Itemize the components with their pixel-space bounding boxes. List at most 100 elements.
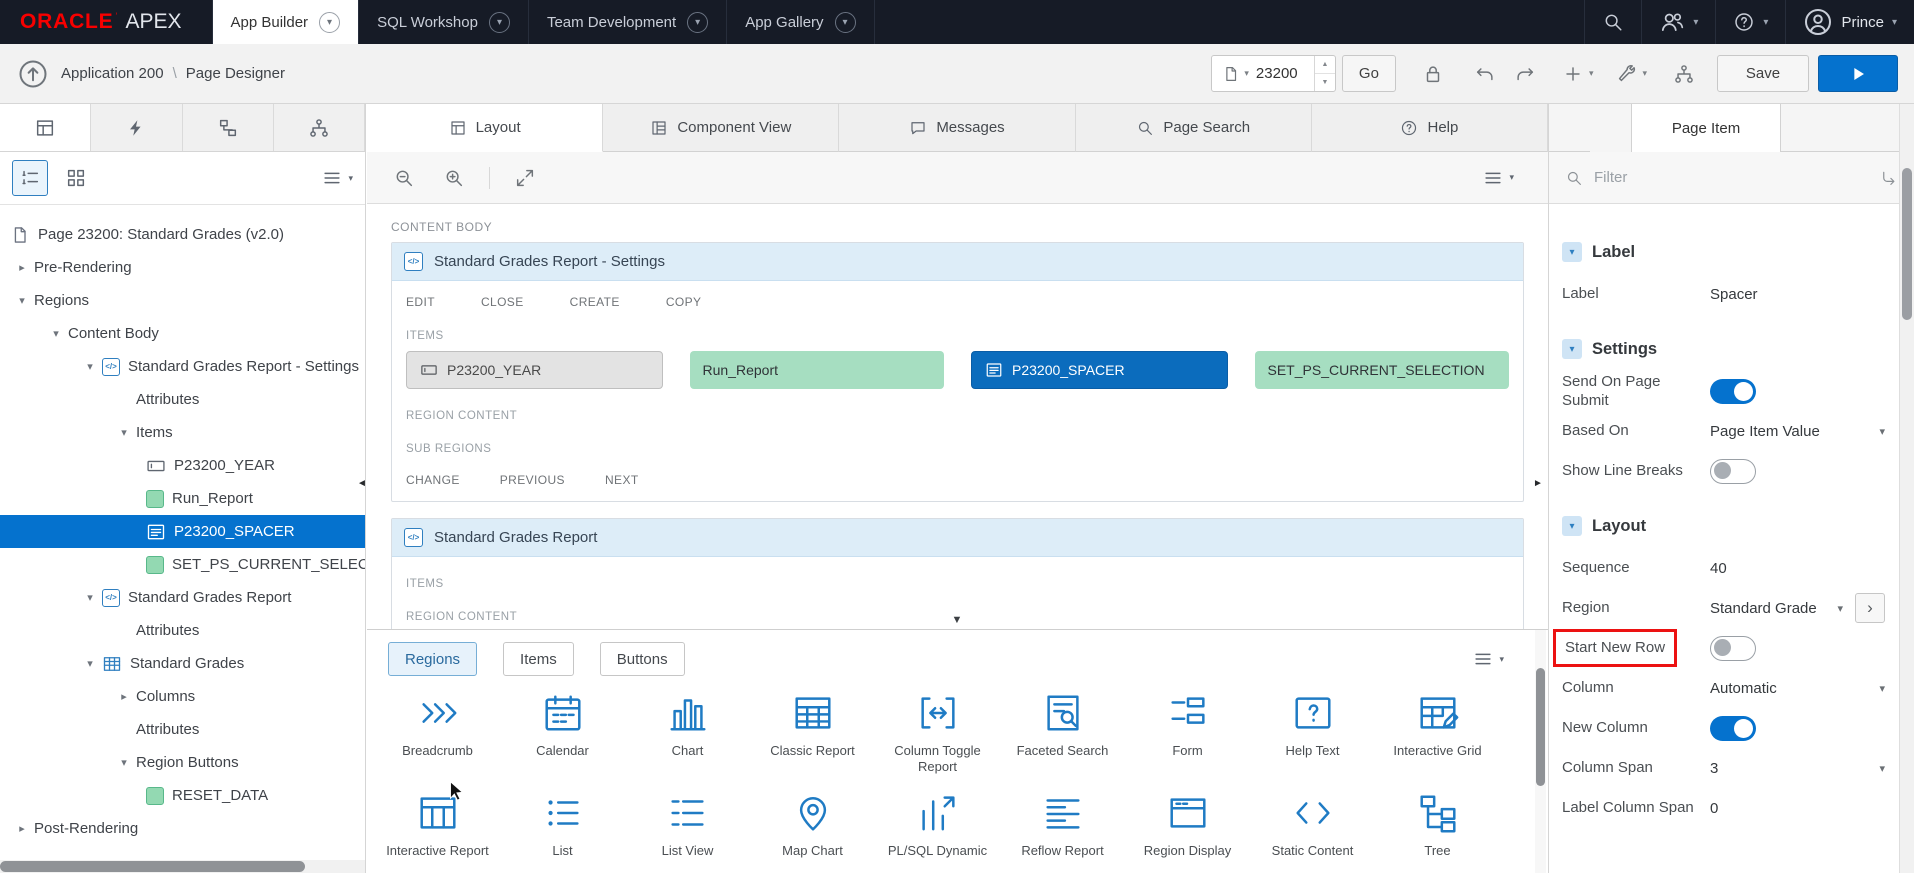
tree-item-region-buttons[interactable]: ▾Region Buttons: [0, 746, 365, 779]
tab-page-search[interactable]: Page Search: [1076, 104, 1312, 152]
tree-item-p23200-year[interactable]: P23200_YEAR: [0, 449, 365, 482]
tree-item-post-rendering[interactable]: ▸Post-Rendering: [0, 812, 365, 845]
utilities-menu-button[interactable]: ▾: [1615, 63, 1647, 85]
previous-link[interactable]: PREVIOUS: [500, 473, 565, 487]
tree-menu-button[interactable]: ▾: [321, 167, 353, 189]
edit-link[interactable]: EDIT: [406, 295, 435, 309]
create-link[interactable]: CREATE: [570, 295, 620, 309]
property-group-header[interactable]: ▾Layout: [1562, 516, 1891, 536]
nav-tab-app-builder[interactable]: App Builder ▾: [212, 0, 360, 44]
field-label-column-span[interactable]: 0: [1710, 800, 1718, 817]
global-search-button[interactable]: [1584, 0, 1641, 44]
chevron-down-icon[interactable]: ▾: [44, 327, 68, 340]
layout-item-set-ps-current-selection[interactable]: SET_PS_CURRENT_SELECTION: [1255, 351, 1510, 389]
gallery-item-breadcrumb[interactable]: Breadcrumb: [375, 690, 500, 776]
chevron-down-icon[interactable]: ▾: [78, 657, 102, 670]
save-button[interactable]: Save: [1717, 55, 1809, 92]
run-page-button[interactable]: [1818, 55, 1898, 92]
page-selector[interactable]: ▾ 23200 ▲ ▼: [1211, 55, 1336, 92]
close-link[interactable]: CLOSE: [481, 295, 524, 309]
tree-order-button[interactable]: [12, 160, 48, 196]
tab-page-shared-components[interactable]: [274, 104, 365, 151]
tab-page-item[interactable]: Page Item: [1631, 104, 1781, 152]
account-menu-button[interactable]: Prince ▾: [1785, 0, 1914, 44]
tab-layout[interactable]: Layout: [367, 104, 603, 152]
tab-rendering[interactable]: [0, 104, 91, 151]
layout-item-p23200-year[interactable]: P23200_YEAR: [406, 351, 663, 389]
zoom-out-button[interactable]: [389, 163, 419, 193]
tab-component-view[interactable]: Component View: [603, 104, 839, 152]
gallery-item-list-view[interactable]: List View: [625, 790, 750, 859]
gallery-item-tree[interactable]: Tree: [1375, 790, 1500, 859]
lock-page-button[interactable]: [1418, 59, 1448, 89]
undo-button[interactable]: [1470, 59, 1500, 89]
region-header[interactable]: </> Standard Grades Report: [392, 519, 1523, 557]
redo-button[interactable]: [1510, 59, 1540, 89]
toggle-show-line-breaks[interactable]: [1710, 459, 1756, 484]
tree-item-page-23200-standard-grades-v2-0[interactable]: Page 23200: Standard Grades (v2.0): [0, 218, 365, 251]
chevron-down-icon[interactable]: ▾: [78, 360, 102, 373]
tab-dynamic-actions[interactable]: [91, 104, 182, 151]
vertical-scrollbar[interactable]: [1535, 630, 1546, 873]
step-up-icon[interactable]: ▲: [1315, 56, 1335, 74]
gallery-item-help-text[interactable]: Help Text: [1250, 690, 1375, 776]
gallery-item-interactive-grid[interactable]: Interactive Grid: [1375, 690, 1500, 776]
collapse-icon[interactable]: ▾: [1562, 339, 1582, 359]
tree-item-standard-grades[interactable]: ▾Standard Grades: [0, 647, 365, 680]
collapse-icon[interactable]: ▾: [1562, 242, 1582, 262]
region-standard-grades-report[interactable]: </> Standard Grades Report ITEMS REGION …: [391, 518, 1524, 629]
collapse-right-panel-handle[interactable]: ►: [1533, 478, 1543, 489]
gallery-item-region-display[interactable]: Region Display: [1125, 790, 1250, 859]
chevron-down-icon[interactable]: ▾: [319, 12, 340, 33]
tree-item-items[interactable]: ▾Items: [0, 416, 365, 449]
vertical-scrollbar[interactable]: [1899, 104, 1914, 873]
tree-item-pre-rendering[interactable]: ▸Pre-Rendering: [0, 251, 365, 284]
chevron-down-icon[interactable]: ▾: [489, 12, 510, 33]
next-link[interactable]: NEXT: [605, 473, 639, 487]
splitter-collapse-handle[interactable]: ▼: [952, 614, 963, 626]
tree-item-columns[interactable]: ▸Columns: [0, 680, 365, 713]
page-number-input[interactable]: 23200: [1256, 65, 1314, 82]
toggle-send-on-page-submit[interactable]: [1710, 379, 1756, 404]
chevron-down-icon[interactable]: ▾: [112, 756, 136, 769]
nav-tab-sql-workshop[interactable]: SQL Workshop ▾: [359, 0, 529, 44]
go-to-group-icon[interactable]: [1880, 169, 1898, 187]
scrollbar-thumb[interactable]: [1536, 668, 1545, 786]
create-menu-button[interactable]: ▾: [1562, 63, 1594, 85]
tree-item-attributes[interactable]: Attributes: [0, 383, 365, 416]
gallery-item-classic-report[interactable]: Classic Report: [750, 690, 875, 776]
chevron-down-icon[interactable]: ▾: [112, 426, 136, 439]
tab-help[interactable]: Help: [1312, 104, 1548, 152]
gallery-item-chart[interactable]: Chart: [625, 690, 750, 776]
horizontal-scrollbar[interactable]: [0, 860, 365, 873]
tree-item-attributes[interactable]: Attributes: [0, 614, 365, 647]
go-button[interactable]: Go: [1342, 55, 1396, 92]
toggle-new-column[interactable]: [1710, 716, 1756, 741]
collapse-icon[interactable]: ▾: [1562, 516, 1582, 536]
tab-messages[interactable]: Messages: [839, 104, 1075, 152]
chevron-right-icon[interactable]: ▸: [10, 822, 34, 835]
tree-item-run-report[interactable]: Run_Report: [0, 482, 365, 515]
layout-menu-button[interactable]: ▾: [1482, 167, 1514, 189]
gallery-item-list[interactable]: List: [500, 790, 625, 859]
region-standard-grades-report-settings[interactable]: </> Standard Grades Report - Settings ED…: [391, 242, 1524, 502]
tree-item-reset-data[interactable]: RESET_DATA: [0, 779, 365, 812]
gallery-item-interactive-report[interactable]: Interactive Report: [375, 790, 500, 859]
expand-button[interactable]: [510, 163, 540, 193]
select-region[interactable]: Standard Grade▾: [1710, 600, 1843, 617]
tree-item-regions[interactable]: ▾Regions: [0, 284, 365, 317]
tree-item-standard-grades-report[interactable]: ▾</>Standard Grades Report: [0, 581, 365, 614]
chevron-down-icon[interactable]: ▾: [78, 591, 102, 604]
select-based-on[interactable]: Page Item Value▾: [1710, 423, 1885, 440]
zoom-in-button[interactable]: [439, 163, 469, 193]
tab-processing[interactable]: [183, 104, 274, 151]
gallery-item-calendar[interactable]: Calendar: [500, 690, 625, 776]
toggle-start-new-row[interactable]: [1710, 636, 1756, 661]
select-column[interactable]: Automatic▾: [1710, 680, 1885, 697]
gallery-tab-regions[interactable]: Regions: [388, 642, 477, 676]
chevron-down-icon[interactable]: ▾: [835, 12, 856, 33]
tree-item-content-body[interactable]: ▾Content Body: [0, 317, 365, 350]
shared-components-button[interactable]: [1669, 59, 1699, 89]
copy-link[interactable]: COPY: [666, 295, 702, 309]
region-header[interactable]: </> Standard Grades Report - Settings: [392, 243, 1523, 281]
